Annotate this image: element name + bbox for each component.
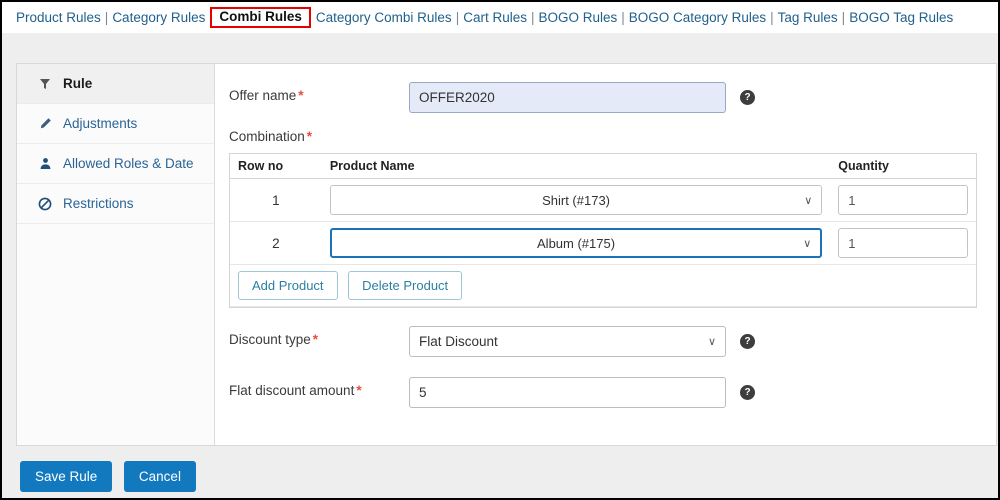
flat-discount-amount-label-text: Flat discount amount bbox=[229, 383, 355, 398]
quantity-input-row-2[interactable]: 1 bbox=[838, 228, 968, 258]
add-product-button[interactable]: Add Product bbox=[238, 271, 338, 300]
combination-table-head: Row no Product Name Quantity bbox=[230, 154, 976, 179]
flat-discount-amount-help-icon[interactable]: ? bbox=[740, 385, 755, 400]
sidebar-item-rule[interactable]: Rule bbox=[17, 64, 214, 104]
quantity-cell: 1 bbox=[830, 221, 976, 265]
discount-type-value: Flat Discount bbox=[419, 334, 498, 349]
table-action-row: Add Product Delete Product bbox=[230, 264, 976, 307]
column-header-product-name: Product Name bbox=[321, 154, 831, 179]
offer-name-input[interactable]: OFFER2020 bbox=[409, 82, 726, 113]
rule-sidebar: Rule Adjustments Allowed Roles & Date Re… bbox=[17, 64, 215, 445]
sidebar-item-allowed-roles-and-date[interactable]: Allowed Roles & Date bbox=[17, 144, 214, 184]
nav-separator: | bbox=[841, 10, 846, 25]
form-footer: Save Rule Cancel bbox=[20, 461, 204, 492]
nav-separator: | bbox=[104, 10, 109, 25]
discount-type-label-text: Discount type bbox=[229, 332, 311, 347]
discount-type-select[interactable]: Flat Discount ∨ bbox=[409, 326, 726, 357]
combination-table: Row no Product Name Quantity 1 Shirt (#1 bbox=[230, 154, 976, 307]
quantity-cell: 1 bbox=[830, 178, 976, 222]
product-select-value: Shirt (#173) bbox=[542, 192, 610, 208]
offer-name-row: Offer name * OFFER2020 ? bbox=[229, 82, 980, 113]
table-row: 1 Shirt (#173) ∨ 1 bbox=[230, 178, 976, 222]
quantity-input-row-1[interactable]: 1 bbox=[838, 185, 968, 215]
combi-rules-highlight-annotation: Combi Rules bbox=[210, 7, 311, 28]
combination-label-text: Combination bbox=[229, 129, 305, 144]
product-select-value: Album (#175) bbox=[537, 235, 616, 251]
required-marker: * bbox=[356, 383, 362, 398]
rule-editor-card: Rule Adjustments Allowed Roles & Date Re… bbox=[16, 63, 997, 446]
flat-discount-amount-input[interactable]: 5 bbox=[409, 377, 726, 408]
combination-label: Combination * bbox=[229, 129, 980, 144]
nav-separator: | bbox=[621, 10, 625, 25]
app-screen: Product Rules | Category Rules Combi Rul… bbox=[2, 2, 998, 498]
combination-table-body: 1 Shirt (#173) ∨ 1 2 Album (#175) ∨ 1 Ad… bbox=[230, 178, 976, 307]
nav-link-bogo-category-rules[interactable]: BOGO Category Rules bbox=[627, 10, 768, 25]
nav-link-bogo-rules[interactable]: BOGO Rules bbox=[537, 10, 620, 25]
nav-link-product-rules[interactable]: Product Rules bbox=[14, 10, 103, 25]
filter-funnel-icon bbox=[35, 78, 55, 90]
discount-type-label: Discount type * bbox=[229, 326, 409, 347]
nav-separator: | bbox=[770, 10, 774, 25]
product-cell: Shirt (#173) ∨ bbox=[321, 178, 831, 222]
save-rule-button[interactable]: Save Rule bbox=[20, 461, 113, 492]
sidebar-item-restrictions[interactable]: Restrictions bbox=[17, 184, 214, 224]
table-row: 2 Album (#175) ∨ 1 bbox=[230, 221, 976, 265]
offer-name-help-icon[interactable]: ? bbox=[740, 90, 755, 105]
nav-link-cart-rules[interactable]: Cart Rules bbox=[461, 10, 529, 25]
sidebar-item-adjustments[interactable]: Adjustments bbox=[17, 104, 214, 144]
row-number-cell: 1 bbox=[230, 178, 322, 222]
table-header-row: Row no Product Name Quantity bbox=[230, 154, 976, 179]
offer-name-label-text: Offer name bbox=[229, 88, 297, 103]
top-navigation: Product Rules | Category Rules Combi Rul… bbox=[2, 2, 998, 33]
nav-link-category-rules[interactable]: Category Rules bbox=[110, 10, 207, 25]
pencil-icon bbox=[35, 117, 55, 130]
flat-discount-amount-row: Flat discount amount * 5 ? bbox=[229, 377, 980, 408]
user-icon bbox=[35, 157, 55, 170]
rule-form: Offer name * OFFER2020 ? Combination * Row… bbox=[215, 64, 996, 445]
chevron-down-icon: ∨ bbox=[707, 336, 716, 348]
sidebar-item-label: Adjustments bbox=[63, 116, 138, 131]
chevron-down-icon: ∨ bbox=[804, 194, 813, 207]
nav-link-tag-rules[interactable]: Tag Rules bbox=[776, 10, 840, 25]
cancel-button[interactable]: Cancel bbox=[123, 461, 196, 492]
combination-table-wrapper: Row no Product Name Quantity 1 Shirt (#1 bbox=[229, 153, 977, 308]
nav-link-category-combi-rules[interactable]: Category Combi Rules bbox=[314, 10, 454, 25]
nav-link-combi-rules[interactable]: Combi Rules bbox=[217, 9, 304, 24]
nav-link-bogo-tag-rules[interactable]: BOGO Tag Rules bbox=[847, 10, 955, 25]
nav-separator: | bbox=[530, 10, 535, 25]
sidebar-item-label: Allowed Roles & Date bbox=[63, 156, 194, 171]
column-header-row-no: Row no bbox=[230, 154, 322, 179]
product-select-row-1[interactable]: Shirt (#173) ∨ bbox=[329, 185, 823, 215]
discount-type-help-icon[interactable]: ? bbox=[740, 334, 755, 349]
required-marker: * bbox=[298, 88, 304, 103]
product-select-row-2[interactable]: Album (#175) ∨ bbox=[329, 228, 823, 258]
combination-section: Combination * Row no Product Name Quantit… bbox=[229, 129, 980, 308]
column-header-quantity: Quantity bbox=[830, 154, 976, 179]
delete-product-button[interactable]: Delete Product bbox=[348, 271, 463, 300]
nav-separator: | bbox=[455, 10, 460, 25]
offer-name-label: Offer name * bbox=[229, 82, 409, 103]
required-marker: * bbox=[312, 332, 319, 347]
required-marker: * bbox=[306, 129, 313, 144]
no-entry-icon bbox=[35, 197, 55, 211]
flat-discount-amount-label: Flat discount amount * bbox=[229, 377, 409, 398]
table-action-cell: Add Product Delete Product bbox=[230, 264, 976, 307]
product-cell: Album (#175) ∨ bbox=[321, 221, 831, 265]
sidebar-item-label: Rule bbox=[63, 76, 93, 91]
discount-type-row: Discount type * Flat Discount ∨ ? bbox=[229, 326, 980, 357]
row-number-cell: 2 bbox=[230, 221, 322, 265]
sidebar-item-label: Restrictions bbox=[63, 196, 134, 211]
chevron-down-icon: ∨ bbox=[803, 237, 812, 250]
